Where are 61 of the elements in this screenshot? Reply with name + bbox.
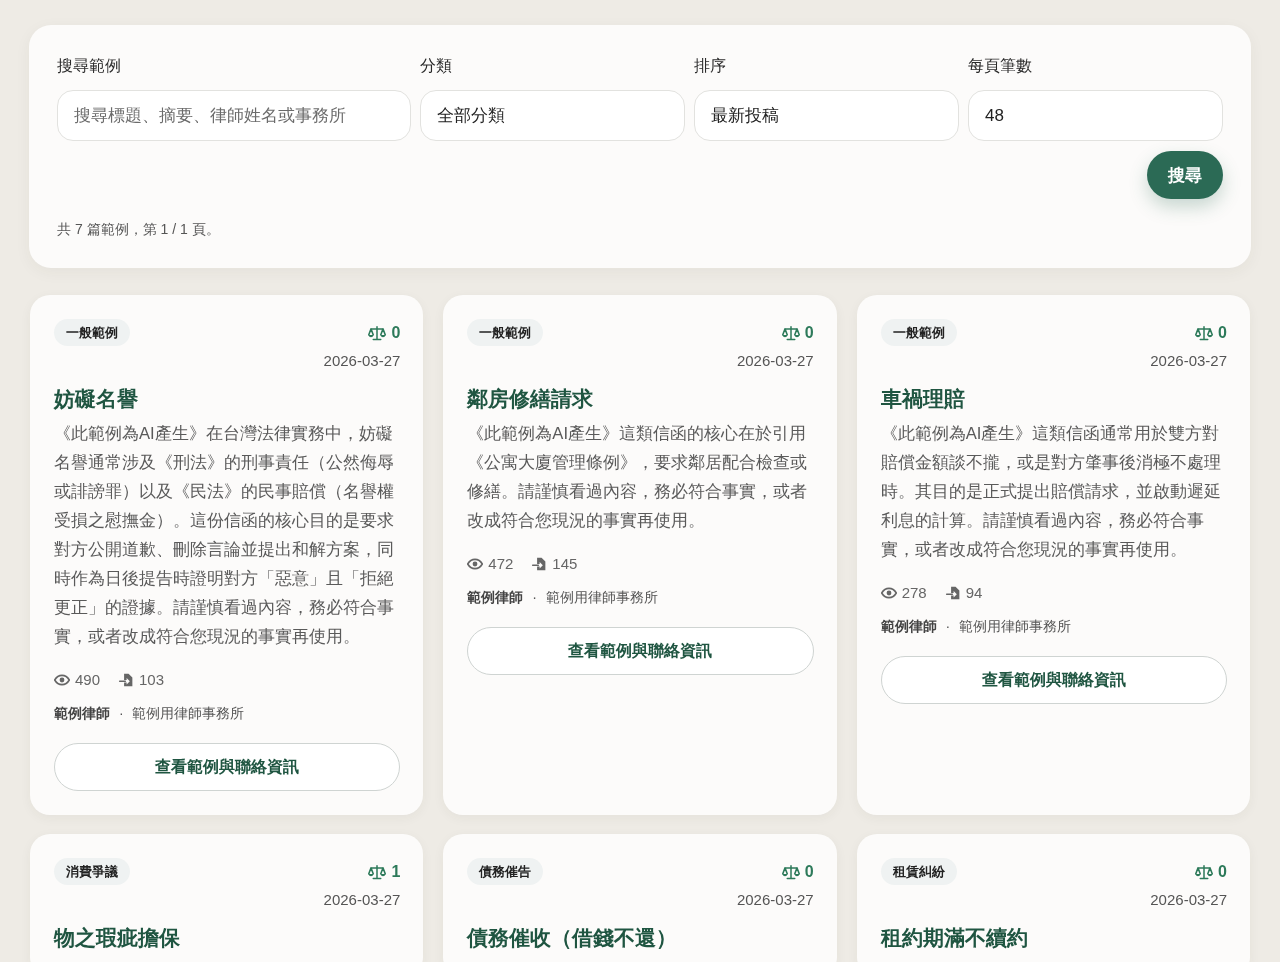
card-title: 車禍理賠 [880,386,965,412]
score-count: 0 [391,323,401,342]
date-text: 2026-03-27 [736,351,814,371]
score-count: 0 [1218,862,1227,881]
view-details-button[interactable]: 查看範例與聯絡資訊 [467,627,814,675]
view-count: 472 [488,554,514,574]
use-count: 103 [139,670,165,690]
scale-icon [368,863,387,880]
category-badge: 消費爭議 [54,858,130,885]
score-count: 1 [391,862,401,881]
card-title: 物之瑕疵擔保 [54,925,180,951]
category-badge: 一般範例 [880,319,957,346]
date-text: 2026-03-27 [323,890,401,910]
view-count: 490 [75,670,101,690]
date-text: 2026-03-27 [1150,351,1227,371]
category-badge: 一般範例 [54,319,130,346]
input-field[interactable]: 最新投稿 [693,90,959,141]
author-text: 範例律師 · 範例用律師事務所 [467,588,658,607]
file-arrow-icon [118,673,135,687]
date-text: 2026-03-27 [1150,890,1227,910]
card-title: 妨礙名譽 [54,386,138,412]
score-count: 0 [804,862,814,881]
eye-icon [54,673,70,687]
category-badge: 債務催告 [467,858,544,885]
card-title: 債務催收（借錢不還） [467,925,678,951]
view-count: 278 [901,583,927,603]
view-details-button[interactable]: 查看範例與聯絡資訊 [880,656,1227,704]
input-field[interactable]: 搜尋標題、摘要、律師姓名或事務所 [57,90,411,141]
file-arrow-icon [531,557,548,571]
field-label: 分類 [419,56,452,76]
category-badge: 租賃糾紛 [880,858,957,885]
score-count: 0 [804,323,814,342]
scale-icon [1195,324,1214,341]
scale-icon [781,324,800,341]
score-count: 0 [1218,323,1227,342]
search-button[interactable]: 搜尋 [1147,151,1223,199]
use-count: 145 [552,554,578,574]
eye-icon [467,557,484,571]
file-arrow-icon [944,586,961,600]
card-description: 《此範例為AI產生》這類信函通常用於雙方對賠償金額談不攏，或是對方肇事後消極不處理時。其目的是正式提出賠償請求，並啟動遲延利息的計算。請謹慎看過內容，務必符合事實，或者改成符合您現況的事實再使用。 [880,423,1222,561]
result-summary: 共 7 篇範例，第 1 / 1 頁。 [57,220,220,239]
eye-icon [880,586,897,600]
scale-icon [1195,863,1214,880]
card-description: 《此範例為AI產生》這類信函的核心在於引用《公寓大廈管理條例》，要求鄰居配合檢查或修繕。請謹慎看過內容，務必符合事實，或者改成符合您現況的事實再使用。 [467,423,809,532]
scale-icon [781,863,800,880]
input-field[interactable]: 48 [968,90,1223,141]
category-badge: 一般範例 [467,319,544,346]
author-text: 範例律師 · 範例用律師事務所 [54,704,245,723]
date-text: 2026-03-27 [736,890,814,910]
use-count: 94 [965,583,983,603]
scale-icon [368,324,387,341]
date-text: 2026-03-27 [323,351,401,371]
view-details-button[interactable]: 查看範例與聯絡資訊 [54,743,401,791]
card-title: 鄰房修繕請求 [467,386,594,412]
card-description: 《此範例為AI產生》在台灣法律實務中，妨礙名譽通常涉及《刑法》的刑事責任（公然侮辱或誹謗罪）以及《民法》的民事賠償（名譽權受損之慰撫金）。這份信函的核心目的是要求對方公開道歉、刪除言論並提出和解方案，同時作為日後提告時證明對方「惡意」且「拒絕更正」的證據。請謹慎看過內容，務必符合事實，或者改成符合您現況的事實再使用。 [54,423,395,648]
author-text: 範例律師 · 範例用律師事務所 [880,617,1072,636]
field-label: 每頁筆數 [968,56,1032,76]
card-title: 租約期滿不續約 [880,925,1028,951]
field-label: 搜尋範例 [57,56,121,76]
input-field[interactable]: 全部分類 [419,90,685,141]
field-label: 排序 [693,56,726,76]
